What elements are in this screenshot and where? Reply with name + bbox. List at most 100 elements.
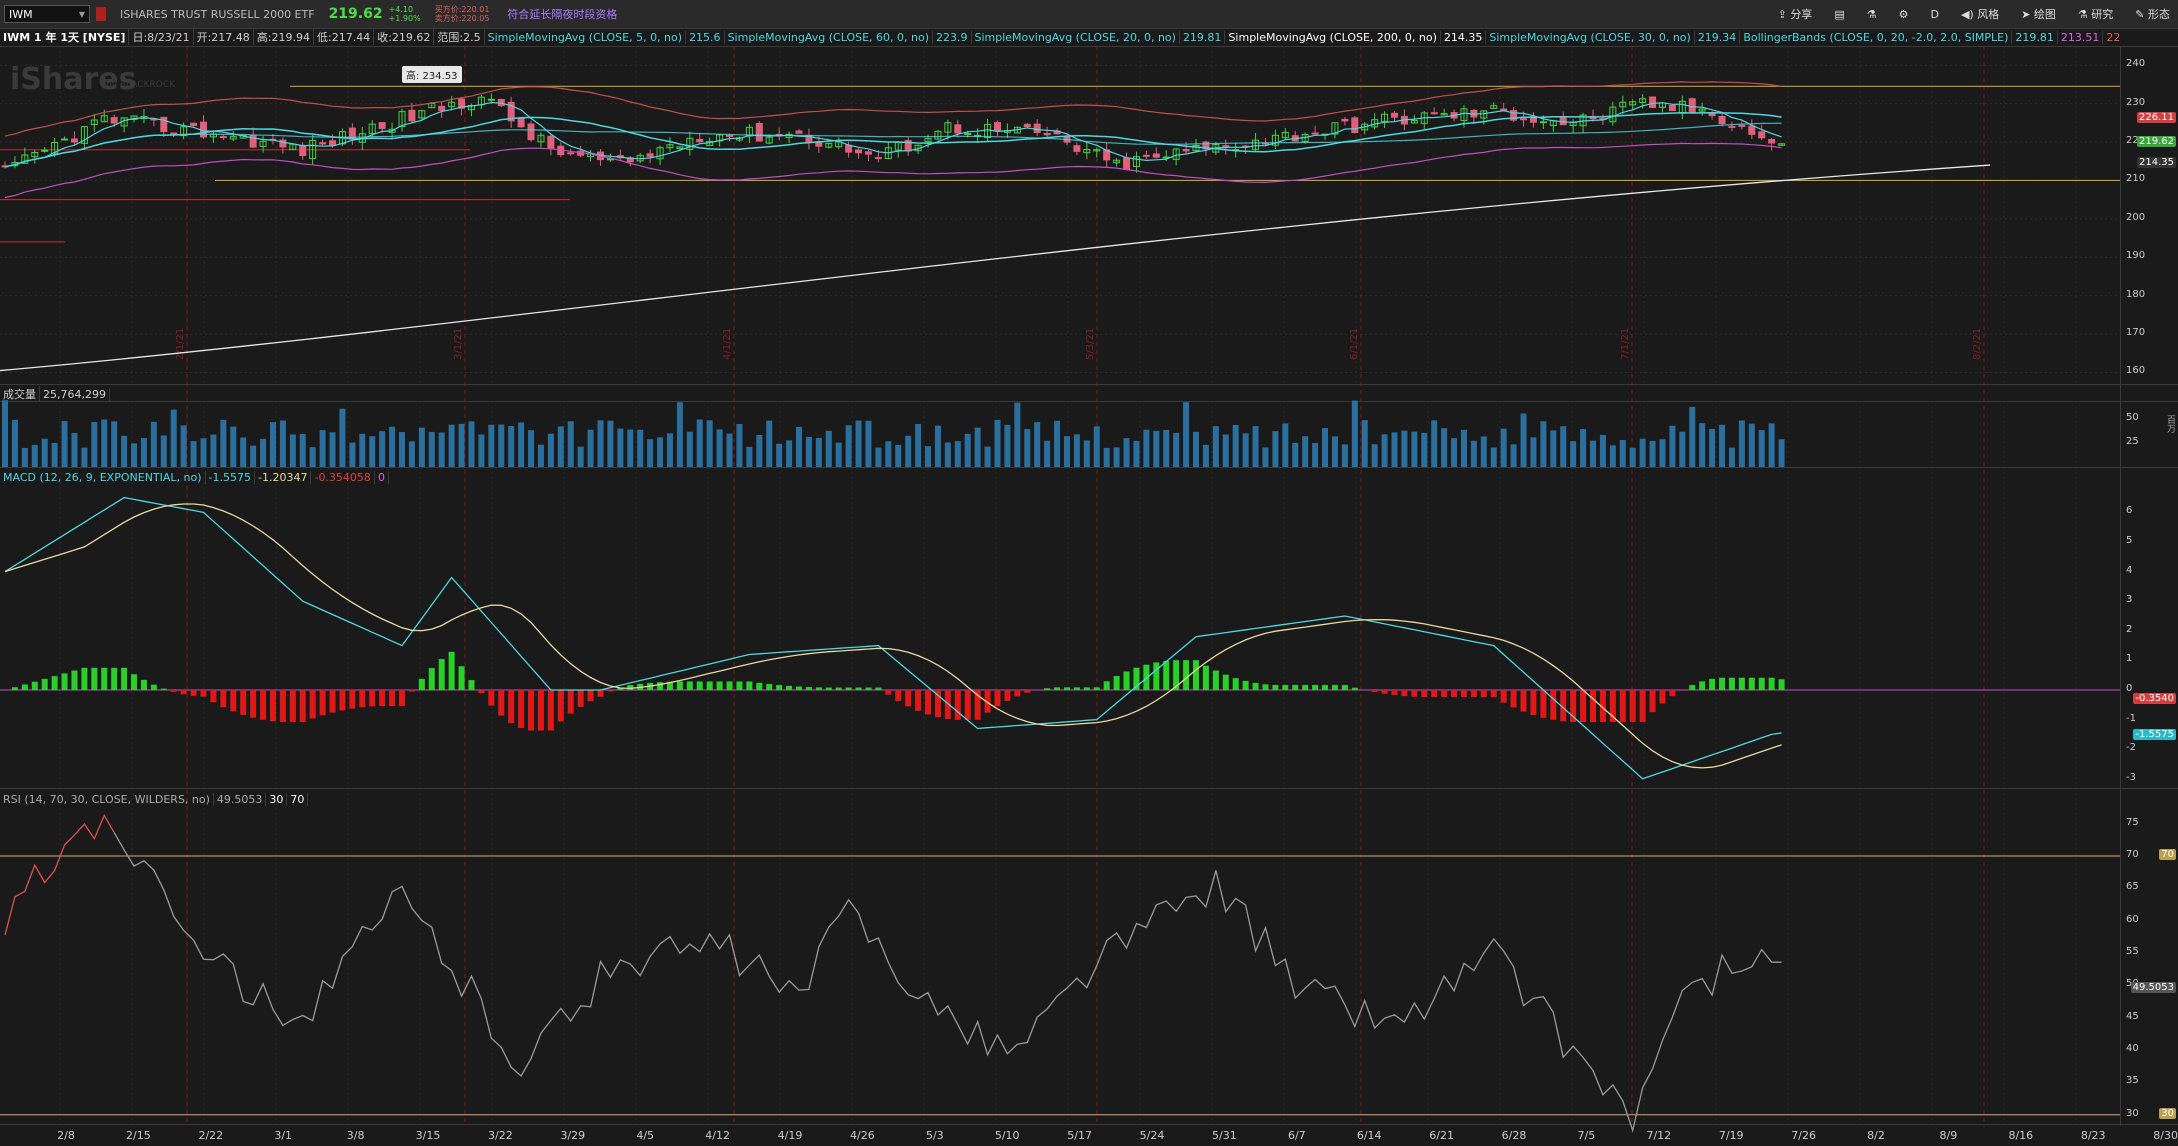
month-label: 2/1/21: [175, 328, 186, 360]
macd-histogram-bar: [1709, 678, 1716, 690]
volume-bar: [766, 420, 773, 467]
axis-tick-label: 170: [2126, 327, 2146, 339]
volume-bar: [1649, 440, 1656, 467]
volume-bar: [1748, 423, 1755, 467]
volume-bar: [607, 420, 614, 467]
volume-bar: [1341, 444, 1348, 467]
volume-bar: [706, 420, 713, 467]
macd-histogram-bar: [1163, 660, 1170, 690]
macd-histogram-bar: [915, 690, 922, 711]
volume-bar: [1570, 441, 1577, 467]
macd-histogram-bar: [1302, 685, 1309, 690]
volume-bar: [1292, 442, 1299, 467]
macd-histogram-bar: [359, 690, 366, 708]
volume-bar: [676, 402, 683, 467]
axis-tick-label: 1: [2126, 653, 2133, 665]
candle-body: [41, 149, 49, 152]
volume-header: 成交量 25,764,299: [0, 386, 110, 402]
candle-body: [1073, 145, 1081, 152]
volume-bar: [160, 435, 167, 467]
volume-bar: [448, 424, 455, 467]
price-tag: 70: [2159, 849, 2176, 860]
volume-bar: [1242, 433, 1249, 467]
macd-histogram-bar: [1202, 665, 1209, 690]
macd-histogram-bar: [468, 680, 475, 690]
axis-tick-label: 240: [2126, 58, 2146, 70]
macd-histogram-bar: [825, 687, 832, 690]
macd-histogram-bar: [895, 690, 902, 701]
candle-body: [1351, 117, 1359, 134]
volume-bar: [617, 428, 624, 467]
volume-bar: [786, 440, 793, 467]
macd-histogram-bar: [547, 690, 554, 731]
macd-histogram-bar: [706, 681, 713, 690]
macd-histogram-bar: [91, 667, 98, 690]
macd-histogram-bar: [1153, 662, 1160, 690]
candle-body: [1748, 125, 1756, 135]
volume-bar: [637, 429, 644, 467]
axis-tick-label: 60: [2126, 913, 2139, 925]
macd-histogram-bar: [954, 690, 961, 720]
candle-body: [864, 151, 872, 155]
chart-canvas[interactable]: 2/1/21 3/1/21 4/1/21 5/3/21 6/1/21 7/1/21 8/2/…: [0, 0, 2178, 1146]
macd-histogram-bar: [1520, 690, 1527, 712]
volume-bar: [686, 431, 693, 467]
macd-histogram-bar: [428, 668, 435, 690]
candle-body: [319, 142, 327, 145]
volume-bar: [1371, 444, 1378, 467]
volume-bar: [567, 421, 574, 467]
date-tick-label: 7/12: [1646, 1129, 1672, 1142]
candle-body: [755, 123, 763, 142]
macd-histogram-bar: [1738, 677, 1745, 690]
volume-bar: [1470, 440, 1477, 467]
volume-bar: [1133, 440, 1140, 467]
volume-bar: [220, 419, 227, 467]
candle-body: [517, 117, 525, 128]
volume-bar: [1560, 426, 1567, 467]
candle-body: [1430, 112, 1438, 115]
volume-bar: [359, 433, 366, 467]
volume-bar: [756, 434, 763, 467]
volume-bar: [1272, 431, 1279, 467]
macd-histogram-bar: [250, 690, 257, 718]
candle-body: [1768, 139, 1776, 144]
candle-body: [1311, 132, 1319, 135]
volume-bar: [1252, 426, 1259, 467]
candle-body: [1341, 118, 1349, 122]
volume-bar: [1113, 447, 1120, 467]
volume-bar: [1709, 428, 1716, 467]
bb-upper: [4, 81, 1782, 137]
date-tick-label: 5/17: [1067, 1129, 1092, 1142]
axis-tick-label: 6: [2126, 505, 2133, 517]
candle-body: [874, 157, 882, 160]
date-tick-label: 4/26: [850, 1129, 875, 1142]
volume-bar: [537, 444, 544, 467]
volume-bar: [984, 446, 991, 467]
volume-bar: [1510, 444, 1517, 467]
macd-histogram-bar: [1590, 690, 1596, 722]
volume-bar: [408, 441, 415, 467]
axis-tick-label: 65: [2126, 881, 2139, 893]
macd-histogram-bar: [686, 681, 693, 690]
date-tick-label: 3/15: [415, 1129, 441, 1142]
axis-tick-label: 50: [2126, 412, 2139, 424]
date-tick-label: 7/5: [1577, 1129, 1596, 1142]
volume-bar: [796, 426, 802, 467]
volume-bar: [1738, 420, 1745, 467]
candle-body: [954, 124, 962, 134]
macd-histogram-bar: [240, 690, 247, 715]
macd-histogram-bar: [508, 690, 515, 724]
macd-histogram-bar: [796, 686, 802, 690]
macd-histogram-bar: [1312, 685, 1319, 690]
volume-bar: [587, 429, 594, 467]
volume-bar: [1143, 429, 1150, 467]
volume-bar: [61, 421, 68, 467]
month-label: 5/3/21: [1085, 328, 1096, 360]
macd-histogram-bar: [121, 667, 128, 690]
macd-label: MACD (12, 26, 9, EXPONENTIAL, no): [0, 470, 206, 484]
volume-bar: [905, 435, 912, 467]
macd-histogram-bar: [200, 690, 207, 697]
volume-bar: [289, 434, 296, 467]
candle-body: [408, 109, 416, 122]
date-tick-label: 8/16: [2008, 1129, 2034, 1142]
